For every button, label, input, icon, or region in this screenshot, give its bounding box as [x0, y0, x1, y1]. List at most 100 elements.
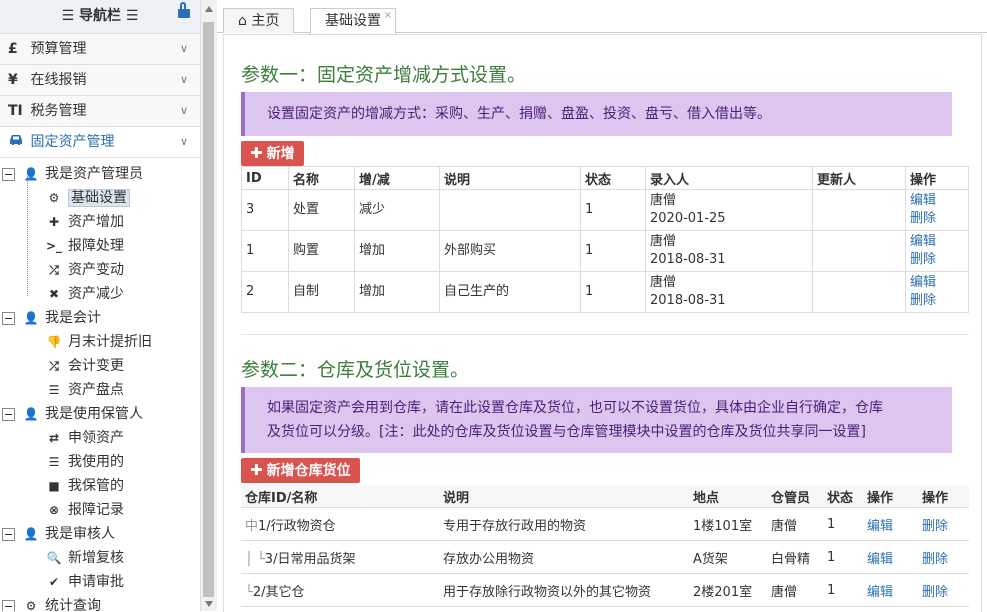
plus-icon: ✚	[48, 215, 60, 229]
collapse-icon[interactable]	[2, 311, 15, 325]
edit-link[interactable]: 编辑	[867, 581, 914, 600]
col-header: 操作	[863, 485, 918, 508]
menu-tax[interactable]: TI 税务管理 ∨	[0, 96, 200, 127]
edit-link[interactable]: 编辑	[867, 515, 914, 534]
scroll-thumb[interactable]	[203, 22, 214, 597]
tree-item-new-review[interactable]: 🔍 新增复核	[0, 546, 200, 570]
tree-item-basic-settings[interactable]: ⚙ 基础设置	[0, 186, 200, 210]
section1-note: 设置固定资产的增减方式：采购、生产、捐赠、盘盈、投资、盘亏、借入借出等。	[241, 92, 952, 136]
menu-fixed-assets[interactable]: 固定资产管理 ∨	[0, 127, 200, 158]
tree-group-accountant[interactable]: 👤 我是会计	[0, 306, 200, 330]
tree-line: │ └	[245, 551, 265, 567]
list-icon: ☰	[48, 383, 60, 397]
x-icon: ✖	[48, 287, 60, 301]
nav-title: 导航栏	[79, 8, 121, 24]
section2-note: 如果固定资产会用到仓库，请在此设置仓库及货位，也可以不设置货位，具体由企业自行确…	[241, 387, 952, 453]
add-warehouse-button[interactable]: ✚ 新增仓库货位	[241, 458, 360, 483]
hamburger-icon[interactable]: ☰	[62, 8, 75, 24]
scroll-up-icon[interactable]	[205, 6, 213, 12]
tab-bar: ⌂ 主页 基础设置 ×	[217, 0, 987, 34]
collapse-icon[interactable]	[2, 167, 15, 181]
tree-item-asset-reduce[interactable]: ✖ 资产减少	[0, 282, 200, 306]
tree-item-accounting-change[interactable]: ⤮ 会计变更	[0, 354, 200, 378]
tree-group-reviewer[interactable]: 👤 我是审核人	[0, 522, 200, 546]
menu-label: 税务管理	[30, 103, 87, 119]
home-icon: ⌂	[238, 13, 247, 29]
yen-icon: ¥	[8, 72, 18, 88]
chevron-down-icon: ∨	[179, 73, 188, 86]
warehouse-table: 仓库ID/名称 说明 地点 仓管员 状态 操作 操作 中1/行政物资仓 专用于存…	[241, 485, 969, 607]
section2-title: 参数二：仓库及货位设置。	[241, 359, 470, 381]
section1-title: 参数一：固定资产增减方式设置。	[241, 64, 527, 86]
tab-home[interactable]: ⌂ 主页	[223, 8, 295, 33]
terminal-icon: >_	[46, 239, 63, 253]
col-header: ID	[241, 166, 289, 190]
tree-group-custodian[interactable]: 👤 我是使用保管人	[0, 402, 200, 426]
edit-link[interactable]: 编辑	[867, 548, 914, 567]
tree-toggle-icon[interactable]: 中	[245, 519, 258, 534]
delete-link[interactable]: 删除	[922, 515, 965, 534]
gear-icon: ⚙	[48, 191, 60, 205]
menu-label: 预算管理	[30, 41, 87, 57]
edit-link[interactable]: 编辑	[910, 274, 964, 292]
menu-budget[interactable]: £ 预算管理 ∨	[0, 34, 200, 65]
hamburger-icon[interactable]: ☰	[126, 8, 139, 24]
chevron-down-icon: ∨	[179, 42, 188, 55]
col-header: 名称	[288, 166, 355, 190]
tree-item-asset-add[interactable]: ✚ 资产增加	[0, 210, 200, 234]
x-circle-icon: ⊗	[48, 503, 60, 517]
sidebar: ☰ 导航栏 ☰ £ 预算管理 ∨ ¥ 在线报销 ∨ TI 税务管理 ∨ 固定资产…	[0, 0, 201, 611]
col-header: 更新人	[812, 166, 906, 190]
col-header: 状态	[823, 485, 863, 508]
user-tie-icon: 👤	[23, 311, 39, 325]
tree-group-admin[interactable]: 👤 我是资产管理员	[0, 162, 200, 186]
car-icon	[8, 127, 26, 157]
main-area: ⌂ 主页 基础设置 × 参数一：固定资产增减方式设置。 设置固定资产的增减方式：…	[217, 0, 987, 612]
collapse-icon[interactable]	[2, 599, 15, 611]
tree-line: └	[245, 584, 253, 600]
edit-link[interactable]: 编辑	[910, 192, 964, 210]
tree-item-fault-handle[interactable]: >_ 报障处理	[0, 234, 200, 258]
thumbs-down-icon: 👎	[46, 335, 62, 349]
user-icon: 👤	[23, 407, 39, 421]
delete-link[interactable]: 删除	[910, 210, 964, 228]
tree-item-my-use[interactable]: ☰ 我使用的	[0, 450, 200, 474]
content-panel: 参数一：固定资产增减方式设置。 设置固定资产的增减方式：采购、生产、捐赠、盘盈、…	[223, 34, 982, 612]
delete-link[interactable]: 删除	[910, 292, 964, 310]
tab-basic-settings[interactable]: 基础设置 ×	[310, 8, 396, 34]
col-header: 增/减	[354, 166, 440, 190]
scroll-down-icon[interactable]	[205, 601, 213, 607]
edit-link[interactable]: 编辑	[910, 233, 964, 251]
col-header: 状态	[580, 166, 646, 190]
table-row: └2/其它仓 用于存放除行政物资以外的其它物资 2楼201室 唐僧 1 编辑 删…	[241, 573, 969, 607]
tree-item-fault-record[interactable]: ⊗ 报障记录	[0, 498, 200, 522]
briefcase-icon: ■	[48, 479, 60, 493]
table-row: 1 购置 增加 外部购买 1 唐僧 2018-08-31 编辑 删除	[241, 230, 969, 272]
add-button[interactable]: ✚ 新增	[241, 141, 304, 166]
col-header: 录入人	[645, 166, 813, 190]
nav-tree: 👤 我是资产管理员 ⚙ 基础设置 ✚ 资产增加 >_ 报障处理 ⤮ 资产变动 ✖ 资产减少 …	[0, 158, 200, 611]
table-row: 2 自制 增加 自己生产的 1 唐僧 2018-08-31 编辑 删除	[241, 271, 969, 313]
tree-item-my-custody[interactable]: ■ 我保管的	[0, 474, 200, 498]
chevron-down-icon: ∨	[179, 104, 188, 117]
delete-link[interactable]: 删除	[922, 581, 965, 600]
tree-item-depreciation[interactable]: 👎 月末计提折旧	[0, 330, 200, 354]
method-table: ID 名称 增/减 说明 状态 录入人 更新人 操作 3 处置 减少 1 唐僧 …	[241, 166, 969, 313]
menu-reimburse[interactable]: ¥ 在线报销 ∨	[0, 65, 200, 96]
collapse-icon[interactable]	[2, 407, 15, 421]
lock-icon[interactable]	[178, 2, 190, 18]
user-icon: 👤	[23, 527, 39, 541]
tree-item-approval[interactable]: ✔ 申请审批	[0, 570, 200, 594]
menu-label: 固定资产管理	[30, 134, 115, 150]
tree-item-apply-asset[interactable]: ⇄ 申领资产	[0, 426, 200, 450]
pound-icon: £	[8, 41, 18, 57]
delete-link[interactable]: 删除	[910, 251, 964, 269]
tree-item-inventory[interactable]: ☰ 资产盘点	[0, 378, 200, 402]
list-icon: ☰	[48, 455, 60, 469]
delete-link[interactable]: 删除	[922, 548, 965, 567]
tree-group-statistics[interactable]: ⚙ 统计查询	[0, 594, 200, 611]
close-icon[interactable]: ×	[384, 4, 392, 28]
tree-item-asset-change[interactable]: ⤮ 资产变动	[0, 258, 200, 282]
collapse-icon[interactable]	[2, 527, 15, 541]
sidebar-scrollbar[interactable]	[200, 0, 217, 611]
